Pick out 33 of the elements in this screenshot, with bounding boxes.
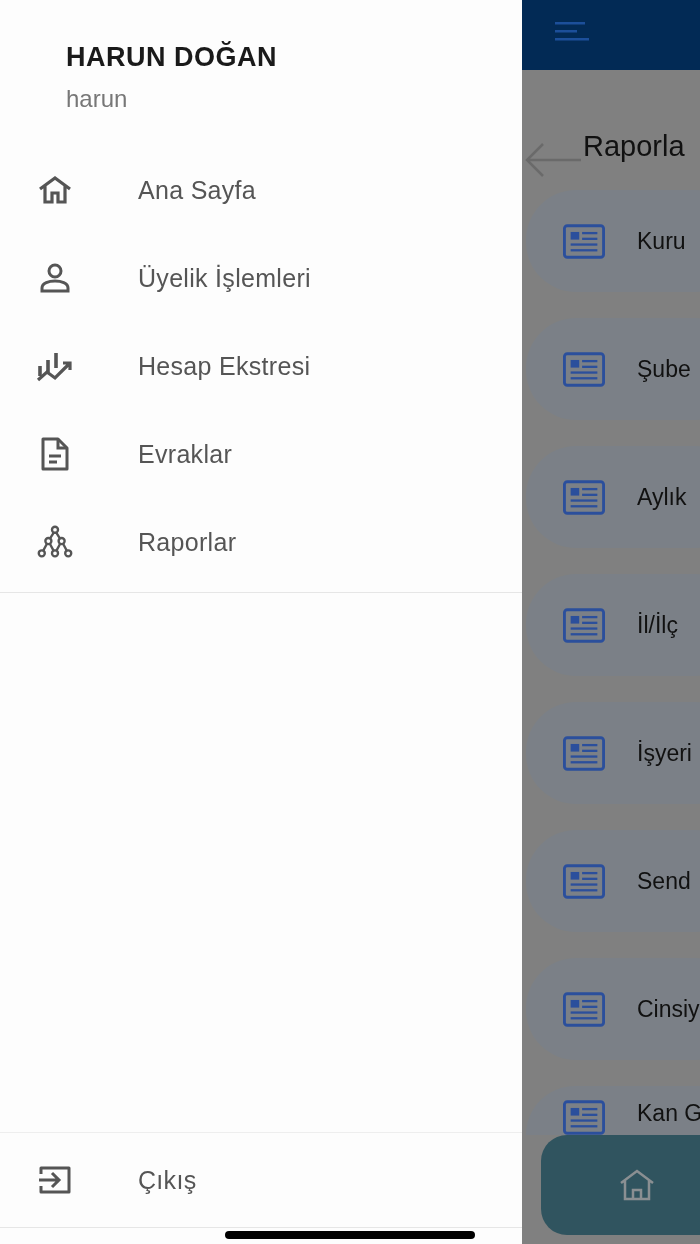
person-icon [39, 263, 71, 293]
newspaper-icon [563, 479, 605, 515]
page-title: Raporla [583, 129, 685, 163]
menu-item[interactable]: Raporlar [0, 498, 522, 586]
report-card[interactable]: İl/İlç [526, 574, 700, 676]
menu-item[interactable]: Ana Sayfa [0, 146, 522, 234]
chart-icon [36, 350, 74, 382]
home-icon[interactable] [619, 1169, 655, 1201]
newspaper-icon [563, 351, 605, 387]
logout-icon [37, 1164, 73, 1196]
username: harun [66, 85, 129, 113]
report-card[interactable]: Send [526, 830, 700, 932]
network-icon [36, 525, 74, 559]
report-card[interactable]: Cinsiy [526, 958, 700, 1060]
report-card[interactable]: Kuru [526, 190, 700, 292]
report-card[interactable]: Kan G [526, 1086, 700, 1135]
report-card[interactable]: Aylık [526, 446, 700, 548]
newspaper-icon [563, 1100, 605, 1135]
document-icon [40, 436, 70, 472]
newspaper-icon [563, 607, 605, 643]
logout-item[interactable]: Çıkış [0, 1132, 522, 1228]
newspaper-icon [563, 991, 605, 1027]
newspaper-icon [563, 223, 605, 259]
menu-item[interactable]: Hesap Ekstresi [0, 322, 522, 410]
newspaper-icon [563, 863, 605, 899]
report-card[interactable]: İşyeri [526, 702, 700, 804]
menu-icon[interactable] [555, 22, 589, 42]
newspaper-icon [563, 735, 605, 771]
menu-item[interactable]: Evraklar [0, 410, 522, 498]
report-card[interactable]: Şube [526, 318, 700, 420]
menu-item[interactable]: Üyelik İşlemleri [0, 234, 522, 322]
user-name: HARUN DOĞAN [66, 42, 278, 73]
home-icon [37, 175, 73, 205]
